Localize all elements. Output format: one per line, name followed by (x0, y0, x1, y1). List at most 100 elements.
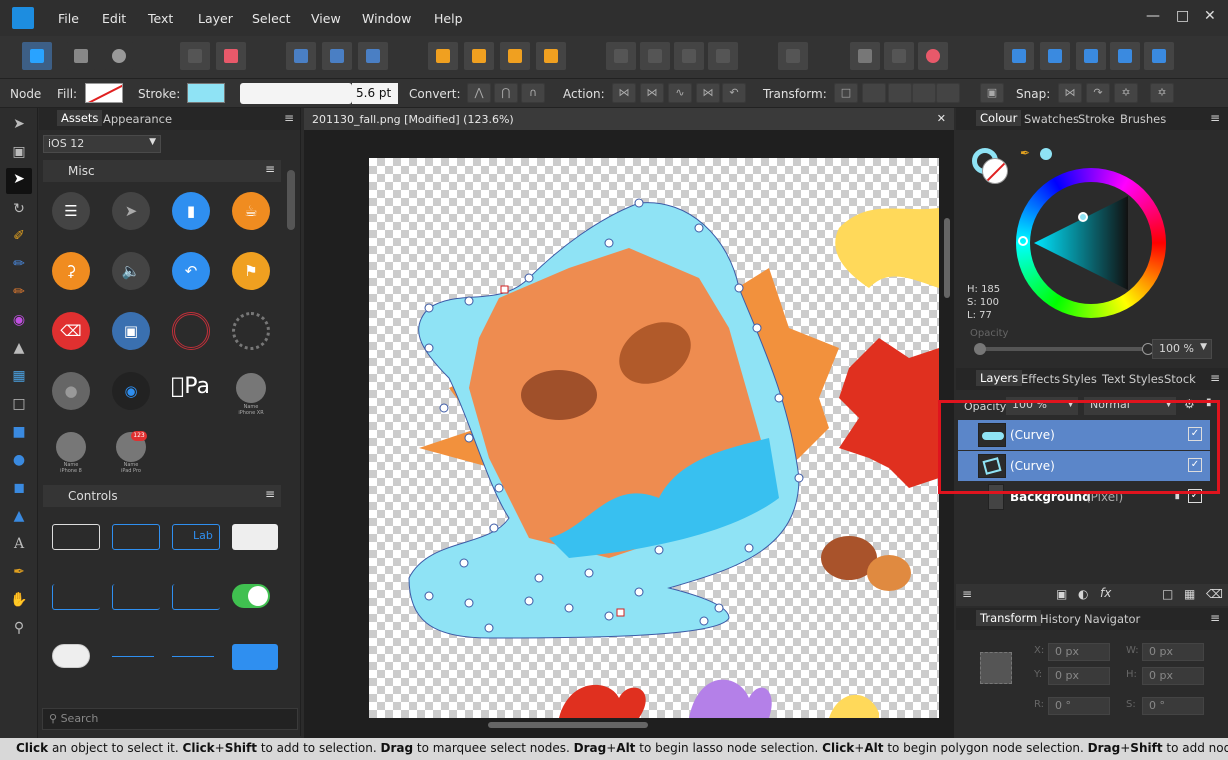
coffee-icon[interactable]: ☕ (232, 192, 270, 230)
snap-magnet-icon[interactable] (918, 42, 948, 70)
align-icon-3[interactable] (358, 42, 388, 70)
anchor-selector-icon[interactable] (980, 652, 1012, 684)
pen-tool-icon[interactable]: ✐ (8, 225, 30, 247)
geometry-intersect-icon[interactable] (1076, 42, 1106, 70)
tab-effects[interactable]: Effects (1021, 372, 1060, 386)
section-controls[interactable]: Controls ≡ (43, 485, 281, 507)
vertical-scrollbar[interactable] (944, 218, 950, 298)
control-button-white[interactable] (232, 524, 278, 550)
align-icon-2[interactable] (322, 42, 352, 70)
control-button-blue-outline[interactable] (112, 524, 160, 550)
menu-edit[interactable]: Edit (102, 11, 126, 26)
sat-lum-handle[interactable] (1078, 212, 1088, 222)
control-toggle-off[interactable] (52, 644, 90, 668)
colour-wheel[interactable] (1016, 168, 1166, 318)
tab-stroke[interactable]: Stroke (1078, 112, 1115, 126)
geometry-subtract-icon[interactable] (1040, 42, 1070, 70)
vector-brush-tool-icon[interactable]: ✏ (8, 281, 30, 303)
place-image-tool-icon[interactable]: ▦ (8, 365, 30, 387)
convert-sharp-button[interactable]: ⋀ (467, 83, 491, 103)
artwork[interactable] (369, 158, 939, 718)
list-icon[interactable]: ☰ (52, 192, 90, 230)
group-icon[interactable]: ▦ (1184, 587, 1195, 601)
triangle-tool-icon[interactable]: ▲ (8, 505, 30, 527)
radio-dot-icon[interactable]: ◉ (112, 372, 150, 410)
fuel-icon[interactable]: ▮ (172, 192, 210, 230)
designer-persona-icon[interactable] (22, 42, 52, 70)
zoom-tool-icon[interactable]: ⚲ (8, 617, 30, 639)
close-icon[interactable]: ✕ (1204, 8, 1216, 24)
fill-swatch[interactable] (85, 83, 123, 103)
action-close-button[interactable]: ⋈ (640, 83, 664, 103)
y-field[interactable]: 0 px (1048, 667, 1110, 685)
location-arrow-icon[interactable]: ➤ (112, 192, 150, 230)
fingerprint-icon[interactable] (172, 312, 210, 350)
control-line-2[interactable] (172, 656, 214, 657)
action-break-button[interactable]: ⋈ (612, 83, 636, 103)
restaurant-icon[interactable]: ⚳ (52, 252, 90, 290)
eyedropper-icon[interactable]: ✒ (1020, 146, 1030, 160)
flag-icon[interactable]: ⚑ (232, 252, 270, 290)
layers-stack-icon[interactable]: ≡ (962, 587, 972, 601)
assets-scrollbar[interactable] (287, 170, 295, 230)
pencil-tool-icon[interactable]: ✏ (8, 253, 30, 275)
apple-pay-icon[interactable]: Pa (171, 374, 210, 399)
panel-menu-icon[interactable]: ≡ (1210, 371, 1220, 385)
arrange-icon-3[interactable] (500, 42, 530, 70)
control-button-blue[interactable] (232, 644, 278, 670)
snapping-off-icon[interactable] (216, 42, 246, 70)
ellipse-tool-icon[interactable]: ● (8, 449, 30, 471)
h-field[interactable]: 0 px (1142, 667, 1204, 685)
hue-handle[interactable] (1018, 236, 1028, 246)
menu-layer[interactable]: Layer (198, 11, 233, 26)
tab-appearance[interactable]: Appearance (103, 112, 172, 126)
move-tool-icon[interactable]: ➤ (8, 113, 30, 135)
action-join-button[interactable]: ⋈ (696, 83, 720, 103)
corner-tool-icon[interactable]: ↻ (8, 198, 30, 220)
asset-search-box[interactable]: ⚲ Search (42, 708, 298, 730)
geometry-xor-icon[interactable] (1110, 42, 1140, 70)
tab-navigator[interactable]: Navigator (1084, 612, 1140, 626)
flip-icon-2[interactable] (640, 42, 670, 70)
current-colour-dot[interactable] (1040, 148, 1052, 160)
spinner-icon[interactable] (232, 312, 270, 350)
transform-btn-3[interactable] (888, 83, 912, 103)
crop-tool-icon[interactable]: □ (8, 393, 30, 415)
guides-icon[interactable] (884, 42, 914, 70)
panel-menu-icon[interactable]: ≡ (284, 111, 294, 125)
close-document-icon[interactable]: ✕ (937, 112, 946, 125)
control-field-3[interactable] (172, 584, 220, 610)
tab-brushes[interactable]: Brushes (1120, 112, 1166, 126)
document-view[interactable]: 201130_fall.png [Modified] (123.6%) ✕ (304, 108, 954, 738)
flip-icon-3[interactable] (674, 42, 704, 70)
color-picker-tool-icon[interactable]: ✒ (8, 561, 30, 583)
tab-styles[interactable]: Styles (1062, 372, 1097, 386)
stroke-width-field[interactable]: 5.6 pt (352, 83, 398, 104)
assistant-icon[interactable] (180, 42, 210, 70)
maximize-icon[interactable]: □ (1176, 8, 1189, 24)
section-menu-icon[interactable]: ≡ (265, 162, 275, 176)
archive-icon[interactable]: ▣ (112, 312, 150, 350)
tab-text-styles[interactable]: Text Styles (1102, 372, 1164, 386)
grid-icon[interactable] (850, 42, 880, 70)
opacity-field[interactable]: 100 % ▼ (1152, 339, 1212, 359)
transform-btn-2[interactable] (862, 83, 886, 103)
pixel-persona-icon[interactable] (66, 42, 96, 70)
artboard-tool-icon[interactable]: ▣ (8, 141, 30, 163)
r-field[interactable]: 0 ° (1048, 697, 1110, 715)
control-line-1[interactable] (112, 656, 154, 657)
control-button-label[interactable]: Lab (172, 524, 220, 550)
panel-menu-icon[interactable]: ≡ (1210, 611, 1220, 625)
stroke-width-slider[interactable] (240, 83, 352, 104)
rounded-rect-tool-icon[interactable]: ◼ (8, 477, 30, 499)
stroke-swatch[interactable] (187, 83, 225, 103)
section-misc[interactable]: Misc ≡ (43, 160, 281, 182)
name-iphone8-icon[interactable] (56, 432, 86, 462)
transform-btn-5[interactable] (936, 83, 960, 103)
control-field-1[interactable] (52, 584, 100, 610)
control-button-outline[interactable] (52, 524, 100, 550)
snap-btn-2[interactable]: ↷ (1086, 83, 1110, 103)
mask-icon[interactable]: ▣ (1056, 587, 1067, 601)
minimize-icon[interactable]: — (1146, 8, 1160, 24)
flip-icon-4[interactable] (708, 42, 738, 70)
